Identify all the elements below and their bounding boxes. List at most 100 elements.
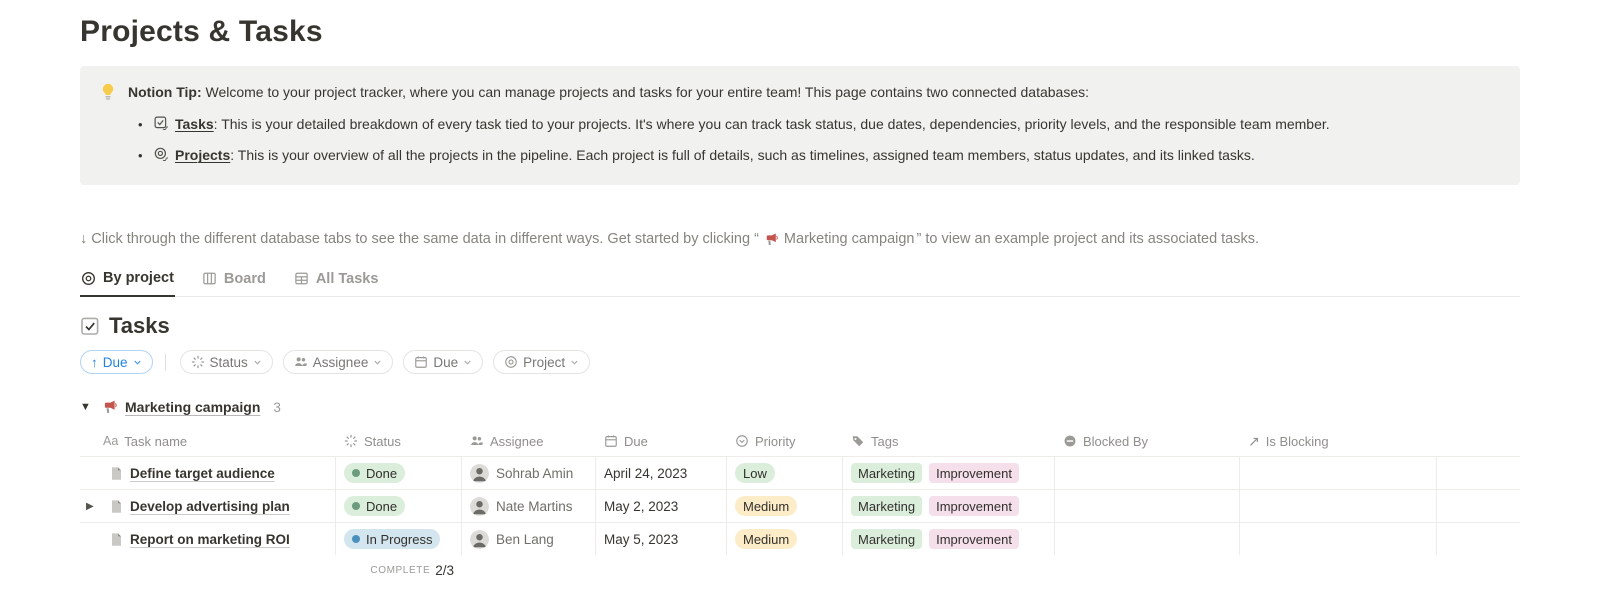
column-header-extra[interactable] [1437,426,1510,456]
is-blocking-cell[interactable] [1240,523,1437,555]
task-name-cell[interactable]: Define target audience [80,457,336,489]
column-header-is-blocking[interactable]: ↗Is Blocking [1240,426,1437,456]
assignee-cell[interactable]: Ben Lang [462,523,596,555]
extra-cell[interactable] [1437,523,1510,555]
group-title-link[interactable]: Marketing campaign [125,399,260,415]
board-icon [202,271,217,286]
tags-cell[interactable]: Marketing Improvement [843,490,1055,522]
priority-select-icon [735,434,749,448]
linked-tasks-database-icon [154,116,169,131]
due-cell[interactable]: May 2, 2023 [596,490,727,522]
toolbar-divider [165,354,166,371]
chevron-down-icon [253,358,262,367]
task-name-cell[interactable]: ▶ Develop advertising plan [80,490,336,522]
status-pill: Done [344,496,405,516]
calendar-icon [604,434,618,448]
blocked-icon [1063,434,1077,448]
table-row: Define target audience Done Sohrab Amin … [80,456,1520,489]
tag-pill: Improvement [929,463,1019,483]
people-icon [470,434,484,448]
calendar-icon [414,355,428,369]
notion-page: Projects & Tasks Notion Tip: Welcome to … [0,0,1600,597]
tag-pill: Marketing [851,496,922,516]
status-dot-icon [352,502,360,510]
tip-text: Notion Tip: Welcome to your project trac… [128,82,1089,104]
tag-pill: Improvement [929,529,1019,549]
status-spinner-icon [191,355,205,369]
group-count: 3 [273,400,281,415]
column-header-task-name[interactable]: AaTask name [80,426,336,456]
is-blocking-cell[interactable] [1240,457,1437,489]
status-cell[interactable]: In Progress [336,523,462,555]
page-icon [109,532,124,547]
task-name-cell[interactable]: Report on marketing ROI [80,523,336,555]
tasks-section-header: Tasks [80,313,1520,339]
task-title-link[interactable]: Report on marketing ROI [130,532,290,547]
page-title: Projects & Tasks [80,0,1520,49]
priority-pill: Low [735,463,775,483]
filter-chip-due[interactable]: Due [403,350,483,374]
extra-cell[interactable] [1437,490,1510,522]
priority-cell[interactable]: Low [727,457,843,489]
status-spinner-icon [344,434,358,448]
due-cell[interactable]: April 24, 2023 [596,457,727,489]
complete-count-calc[interactable]: COMPLETE 2/3 [336,555,462,585]
filter-chip-assignee[interactable]: Assignee [283,350,394,374]
priority-cell[interactable]: Medium [727,523,843,555]
collapse-triangle-icon[interactable]: ▼ [80,401,102,413]
extra-cell[interactable] [1437,457,1510,489]
tags-cell[interactable]: Marketing Improvement [843,523,1055,555]
tab-board[interactable]: Board [201,265,267,296]
sort-chip-due[interactable]: ↑ Due [80,350,153,374]
assignee-cell[interactable]: Nate Martins [462,490,596,522]
notion-tip-callout: Notion Tip: Welcome to your project trac… [80,66,1520,185]
task-title-link[interactable]: Define target audience [130,466,275,481]
filter-chip-status[interactable]: Status [180,350,273,374]
filter-toolbar: ↑ Due Status Assignee Due [80,350,1520,374]
status-cell[interactable]: Done [336,490,462,522]
database-view-tabs: By project Board All Tasks [80,265,1520,297]
page-icon [109,466,124,481]
blocked-by-cell[interactable] [1055,457,1240,489]
column-header-priority[interactable]: Priority [727,426,843,456]
filter-chip-project[interactable]: Project [493,350,590,374]
blocked-by-cell[interactable] [1055,490,1240,522]
text-type-icon: Aa [103,434,118,448]
people-icon [294,355,308,369]
tab-all-tasks[interactable]: All Tasks [293,265,380,296]
tags-cell[interactable]: Marketing Improvement [843,457,1055,489]
priority-pill: Medium [735,496,797,516]
priority-cell[interactable]: Medium [727,490,843,522]
column-header-status[interactable]: Status [336,426,462,456]
table-row: Report on marketing ROI In Progress Ben … [80,522,1520,555]
avatar [470,530,489,549]
tasks-table: AaTask name Status Assignee Due Priority… [80,426,1520,585]
table-icon [294,271,309,286]
projects-db-link[interactable]: Projects [175,147,230,163]
blocked-by-cell[interactable] [1055,523,1240,555]
arrow-up-right-icon: ↗ [1248,433,1260,450]
lightbulb-icon [98,82,118,102]
tag-icon [851,434,865,448]
avatar [470,497,489,516]
chevron-down-icon [133,358,142,367]
chevron-down-icon [463,358,472,367]
due-cell[interactable]: May 5, 2023 [596,523,727,555]
column-header-blocked-by[interactable]: Blocked By [1055,426,1240,456]
task-title-link[interactable]: Develop advertising plan [130,499,290,514]
tasks-db-link[interactable]: Tasks [175,116,214,132]
is-blocking-cell[interactable] [1240,490,1437,522]
tag-pill: Improvement [929,496,1019,516]
assignee-cell[interactable]: Sohrab Amin [462,457,596,489]
status-cell[interactable]: Done [336,457,462,489]
table-header-row: AaTask name Status Assignee Due Priority… [80,426,1520,456]
column-header-assignee[interactable]: Assignee [462,426,596,456]
row-expand-toggle[interactable]: ▶ [86,501,103,512]
column-header-tags[interactable]: Tags [843,426,1055,456]
tab-by-project[interactable]: By project [80,265,175,297]
column-header-due[interactable]: Due [596,426,727,456]
tag-pill: Marketing [851,529,922,549]
chevron-down-icon [570,358,579,367]
tag-pill: Marketing [851,463,922,483]
group-header-marketing-campaign: ▼ Marketing campaign 3 [80,399,1520,415]
